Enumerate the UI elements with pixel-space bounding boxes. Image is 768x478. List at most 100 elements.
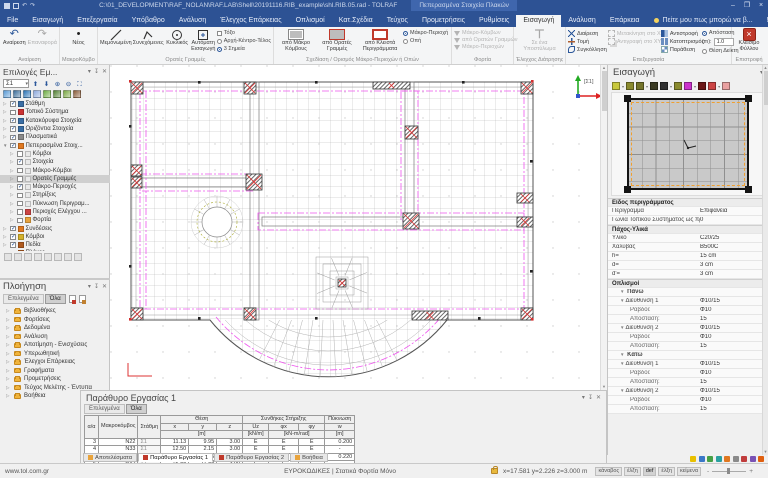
nav-tab-1[interactable]: Όλα [45,294,66,304]
palette-swatch-icon[interactable] [674,82,682,90]
ribbon-tab-5[interactable]: Έλεγχος Επάρκειας [213,15,288,27]
prop-value[interactable]: 0 [700,217,768,223]
zoom-thumb[interactable] [727,468,730,474]
palette-swatch-icon[interactable] [636,82,644,90]
dropdown-arrow-icon[interactable]: ▾ [718,84,720,89]
prop-value[interactable]: 15 [700,316,768,322]
prop-value[interactable]: 3 cm [700,271,768,277]
save-icon[interactable] [13,3,19,9]
view-cube-icon[interactable] [33,90,41,98]
region-from-visible-lines-button[interactable]: από Ορατές Γραμμές [317,28,357,53]
auto-insert-button[interactable]: Αυτόματη Εισαγωγή [191,28,216,53]
dropdown-arrow-icon[interactable]: ▾ [622,84,624,89]
expand-arrow-icon[interactable]: ▷ [3,109,8,115]
tree-checkbox[interactable] [17,193,23,199]
fem-mesh-drawing[interactable]: [Σ1] [110,65,607,390]
expand-arrow-icon[interactable]: ▷ [6,308,11,314]
palette-swatch-icon[interactable] [612,82,620,90]
tree-tool-icon[interactable] [14,253,22,261]
prop-value[interactable]: 15 cm [700,253,768,259]
expand-arrow-icon[interactable]: ▷ [10,151,15,157]
expand-arrow-icon[interactable]: ▷ [6,359,11,365]
split-button[interactable]: Διαίρεση [568,30,607,37]
option-arc[interactable]: Τόξο [217,30,271,36]
tree-item-14[interactable]: ▷Φορτία [0,216,110,224]
tree-tool-icon[interactable] [34,253,42,261]
tree-checkbox[interactable] [17,218,23,224]
expand-arrow-icon[interactable]: ▷ [6,376,11,382]
region-from-closed-outline-button[interactable]: από Κλειστά Περιγράμματα [358,28,402,53]
expand-arrow-icon[interactable]: ▼ [620,352,624,357]
ribbon-tab-0[interactable]: File [0,15,25,27]
work-tab-1[interactable]: Όλα [126,404,147,414]
expand-arrow-icon[interactable]: ▼ [620,361,624,366]
expand-arrow-icon[interactable]: ▷ [6,393,11,399]
dropdown-arrow-icon[interactable]: ▾ [670,84,672,89]
loads-macroregions-button[interactable]: Μάκρο-Περιοχών [454,44,518,50]
prop-value[interactable]: Φ10 [700,334,768,340]
zoom-out-icon[interactable]: ⊖ [64,79,73,88]
work-tab-0[interactable]: Επιλεγμένα [84,404,125,414]
nav-item-2[interactable]: ▷Δεδομένα [0,324,110,333]
expand-arrow-icon[interactable]: ▷ [10,176,15,182]
nav-item-6[interactable]: ▷Έλεγχοι Επάρκειας [0,358,110,367]
expand-arrow-icon[interactable]: ▷ [3,101,8,107]
view-cube-icon[interactable] [13,90,21,98]
palette-swatch-icon[interactable] [698,82,706,90]
ribbon-tab-8[interactable]: Τεύχος [380,15,415,27]
canvas-vertical-scrollbar[interactable]: ▲▼ [600,65,607,390]
view-cube-icon[interactable] [53,90,61,98]
prop-value[interactable]: 15 [700,379,768,385]
shortcut-icon[interactable] [699,456,705,462]
shortcut-icon[interactable] [707,456,713,462]
move-xy-button[interactable]: Μετακίνηση στο XY [608,30,660,37]
panel-menu-icon[interactable]: ▾ [88,68,91,75]
tree-checkbox[interactable] [10,242,16,248]
expand-arrow-icon[interactable]: ▷ [6,325,11,331]
zoom-out-label[interactable]: - [707,468,709,475]
shortcut-icon[interactable] [750,456,756,462]
level-combobox[interactable]: Σ1▾ [3,79,29,88]
prop-value[interactable]: Φ10/15 [700,298,768,304]
tree-item-16[interactable]: ▷Κόμβοι [0,233,110,241]
weld-button[interactable]: Συγκόλληση [568,46,607,53]
polyline-button[interactable]: Συνεχόμενες [133,28,164,47]
tree-checkbox[interactable] [10,226,16,232]
nav-item-7[interactable]: ▷Γραφήματα [0,367,110,376]
expand-arrow-icon[interactable]: ▷ [3,250,8,251]
tree-item-13[interactable]: ▷Περιοχές Ελέγχου ... [0,208,110,216]
expand-arrow-icon[interactable]: ▷ [10,209,15,215]
tree-tool-icon[interactable] [64,253,72,261]
option-macro-region[interactable]: Μάκρο-Περιοχή [403,30,448,36]
nav-item-4[interactable]: ▷Αποτίμηση - Ενισχύσεις [0,341,110,350]
array-button[interactable]: Παράθεση [661,46,701,53]
doc-tab-3[interactable]: Βοήθεια [290,453,328,462]
tree-checkbox[interactable] [17,184,23,190]
nav-item-1[interactable]: ▷Φορτίσεις [0,316,110,325]
pin-icon[interactable]: ↧ [94,283,99,290]
shortcut-icon[interactable] [724,456,730,462]
tree-tool-icon[interactable] [4,253,12,261]
close-icon[interactable]: ✕ [102,68,107,75]
ribbon-tab-9[interactable]: Προμετρήσεις [415,15,472,27]
palette-swatch-icon[interactable] [626,82,634,90]
expand-arrow-icon[interactable]: ▼ [620,388,624,393]
quick-access-toolbar[interactable]: ↶ ↷ [0,2,39,9]
expand-arrow-icon[interactable]: ▷ [3,118,8,124]
prop-value[interactable]: Φ10 [700,370,768,376]
tree-item-8[interactable]: ▷Μάκρο-Κόμβοι [0,166,110,174]
expand-arrow-icon[interactable]: ▷ [6,342,11,348]
expand-arrow-icon[interactable]: ▷ [6,351,11,357]
ribbon-tab-10[interactable]: Ρυθμίσεις [472,15,516,27]
circular-line-button[interactable]: Κυκλικός [165,28,190,47]
tree-checkbox[interactable] [10,143,16,149]
tree-checkbox[interactable] [17,176,23,182]
tree-checkbox[interactable] [17,159,23,165]
toggle-4[interactable]: κείμενα [677,467,701,476]
tree-item-1[interactable]: ▷Τοπικό Σύστημα [0,108,110,116]
loads-macronodes-button[interactable]: Μάκρο-Κόμβων [454,30,518,36]
shortcut-icon[interactable] [741,456,747,462]
palette-swatch-icon[interactable] [650,82,658,90]
tree-checkbox[interactable] [10,126,16,132]
tree-tool-icon[interactable] [74,253,82,261]
